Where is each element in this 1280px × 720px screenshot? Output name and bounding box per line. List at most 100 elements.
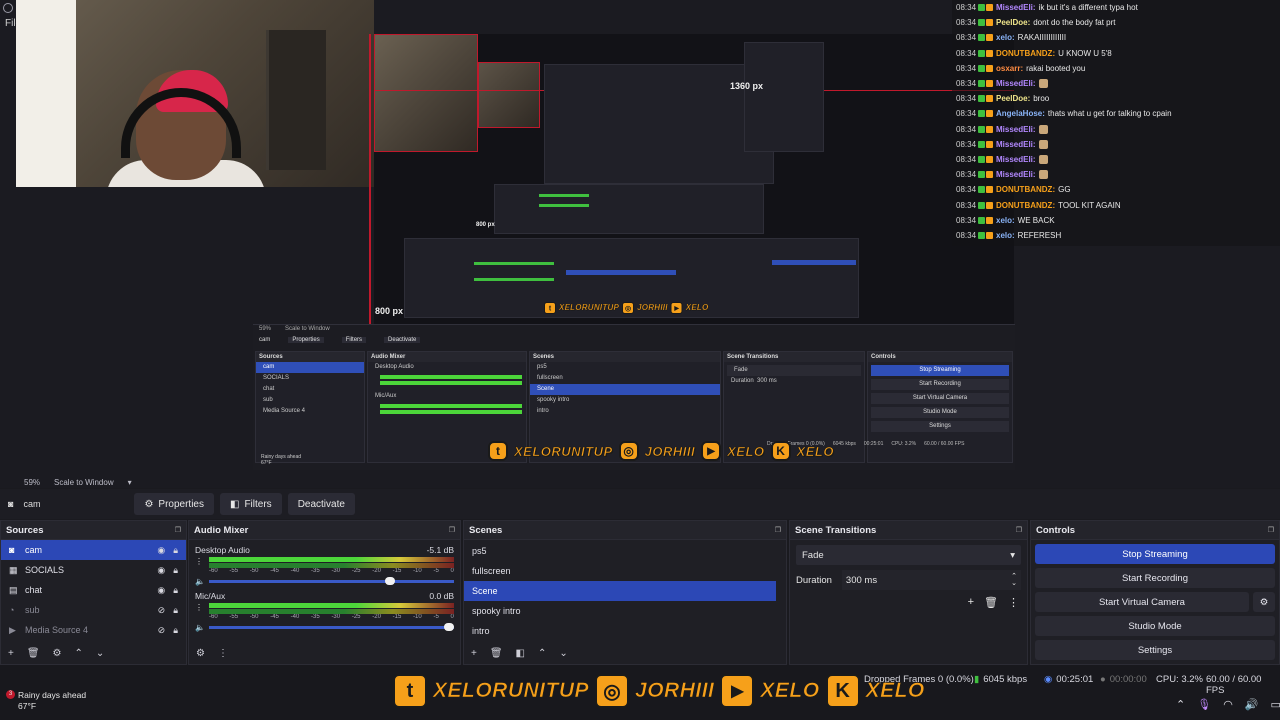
properties-button[interactable]: ⚙ Properties — [134, 493, 214, 515]
volume-knob[interactable] — [444, 623, 455, 631]
chat-text: thats what u get for talking to cpain — [1047, 109, 1172, 119]
remove-transition-icon[interactable]: 🗑 — [984, 596, 998, 609]
scale-dropdown-icon[interactable]: ▾ — [128, 478, 132, 487]
badge-icon — [986, 110, 993, 118]
lock-icon[interactable]: 🔒︎ — [173, 605, 178, 616]
microphone-icon[interactable]: 🎙 — [1197, 698, 1211, 711]
record-icon: ● — [1100, 674, 1106, 685]
add-scene-icon[interactable]: + — [471, 648, 477, 659]
remove-source-icon[interactable]: 🗑 — [27, 648, 40, 659]
lock-icon[interactable]: 🔒︎ — [173, 625, 178, 636]
dock-float-icon[interactable]: ❐ — [1016, 526, 1022, 534]
eye-icon[interactable]: ◉ — [157, 585, 165, 596]
mini-social-banner: t XELORUNITUP ◎ JORHIII ▶ XELO — [544, 302, 709, 314]
stop-streaming-button[interactable]: Stop Streaming — [1035, 544, 1275, 564]
channel-menu-icon[interactable]: ⋮ — [195, 557, 203, 566]
scene-item[interactable]: spooky intro — [464, 601, 776, 621]
add-source-icon[interactable]: + — [8, 648, 14, 659]
mini-height-guide-label: 800 px — [476, 222, 495, 228]
chat-username: DONUTBANDZ: — [996, 185, 1056, 195]
duration-field[interactable]: 300 ms ⌃ ⌄ — [841, 570, 1021, 590]
speaker-icon[interactable]: 🔈 — [195, 623, 205, 632]
mixer-menu-icon[interactable]: ⋮ — [218, 648, 228, 659]
meter-tick: -45 — [270, 614, 279, 620]
chat-overlay: 08:34 MissedEli: ik but it's a different t… — [952, 0, 1280, 246]
filters-button[interactable]: ◧ Filters — [220, 493, 282, 515]
start-recording-button[interactable]: Start Recording — [1035, 568, 1275, 588]
twitter-icon: t — [393, 674, 427, 708]
badge-icon — [986, 4, 993, 12]
badge-icon — [986, 64, 993, 72]
move-up-icon[interactable]: ⌃ — [75, 648, 83, 659]
add-transition-icon[interactable]: + — [968, 596, 974, 609]
duration-stepper-icon[interactable]: ⌃ ⌄ — [1011, 573, 1017, 587]
scene-filter-icon[interactable]: ◧ — [516, 648, 525, 659]
settings-button[interactable]: Settings — [1035, 640, 1275, 660]
source-item[interactable]: ▶ Media Source 4 ⊘ 🔒︎ — [1, 620, 186, 640]
chat-text: rakai booted you — [1026, 63, 1086, 73]
lock-icon[interactable]: 🔒︎ — [173, 565, 178, 576]
meter-tick: -45 — [270, 568, 279, 574]
battery-icon[interactable]: ▭ — [1271, 698, 1280, 711]
scale-mode[interactable]: Scale to Window — [54, 478, 114, 487]
channel-menu-icon[interactable]: ⋮ — [195, 603, 203, 612]
scene-item[interactable]: ps5 — [464, 541, 776, 561]
transition-select[interactable]: Fade ▾ — [796, 545, 1021, 565]
banner-twitter-handle: XELORUNITUP — [433, 679, 590, 703]
scene-down-icon[interactable]: ⌄ — [559, 648, 567, 659]
dock-float-icon[interactable]: ❐ — [449, 526, 455, 534]
banner-youtube-handle: XELO — [727, 443, 765, 459]
volume-slider[interactable]: 🔈 — [195, 576, 454, 586]
source-item[interactable]: ◔ sub ⊘ 🔒︎ — [1, 600, 186, 620]
eye-icon[interactable]: ◉ — [157, 565, 165, 576]
meter-tick: -30 — [331, 568, 341, 574]
lock-icon[interactable]: 🔒︎ — [173, 585, 178, 596]
meter-tick: -5 — [433, 568, 439, 574]
lock-icon[interactable]: 🔒︎ — [173, 545, 178, 556]
scene-up-icon[interactable]: ⌃ — [538, 648, 546, 659]
transition-menu-icon[interactable]: ⋮ — [1008, 596, 1019, 609]
source-item[interactable]: ▤ chat ◉ 🔒︎ — [1, 580, 186, 600]
volume-slider[interactable]: 🔈 — [195, 622, 455, 632]
speaker-icon[interactable]: 🔈 — [195, 577, 205, 586]
scene-item[interactable]: fullscreen — [464, 561, 776, 581]
meter-tick: -55 — [229, 614, 239, 620]
volume-knob[interactable] — [385, 577, 396, 585]
scene-label: spooky intro — [472, 606, 521, 616]
deactivate-button[interactable]: Deactivate — [287, 493, 355, 515]
chat-username: PeelDoe: — [996, 18, 1031, 28]
dock-float-icon[interactable]: ❐ — [175, 526, 181, 534]
badge-icon — [986, 201, 993, 209]
status-bar: Dropped Frames 0 (0.0%) ▮ 6045 kbps ◉ 00… — [0, 665, 1280, 720]
mixer-settings-icon[interactable]: ⚙ — [196, 648, 205, 659]
eye-off-icon[interactable]: ⊘ — [158, 625, 166, 636]
studio-mode-button[interactable]: Studio Mode — [1035, 616, 1275, 636]
move-down-icon[interactable]: ⌄ — [96, 648, 104, 659]
remove-scene-icon[interactable]: 🗑 — [490, 648, 503, 659]
badge-icon — [978, 95, 985, 103]
chat-message: 08:34 DONUTBANDZ: GG — [952, 182, 1280, 197]
source-item[interactable]: ▦ SOCIALS ◉ 🔒︎ — [1, 560, 186, 580]
wifi-icon[interactable]: ◠ — [1223, 698, 1233, 711]
eye-icon[interactable]: ◉ — [157, 545, 165, 556]
badge-icon — [978, 64, 985, 72]
start-virtual-camera-button[interactable]: Start Virtual Camera — [1035, 592, 1249, 612]
dock-float-icon[interactable]: ❐ — [775, 526, 781, 534]
eye-off-icon[interactable]: ⊘ — [158, 605, 166, 616]
weather-widget[interactable]: 3 Rainy days ahead 67°F — [6, 690, 86, 712]
chat-username: MissedEli: — [996, 124, 1036, 134]
scene-item[interactable]: intro — [464, 621, 776, 641]
emote-icon — [1038, 79, 1048, 89]
virtual-camera-settings-icon[interactable]: ⚙ — [1253, 592, 1275, 612]
sources-title: Sources — [6, 524, 44, 536]
dock-float-icon[interactable]: ❐ — [1268, 526, 1274, 534]
chat-time: 08:34 — [956, 109, 977, 119]
preview-canvas[interactable]: File 1360 px 800 px t XELORUNITUP ◎ JORH… — [0, 0, 1280, 476]
volume-icon[interactable]: 🔊 — [1245, 698, 1259, 711]
zoom-level[interactable]: 59% — [24, 478, 40, 487]
source-item[interactable]: ◙ cam ◉ 🔒︎ — [1, 540, 186, 560]
emote-icon — [1038, 170, 1048, 180]
scene-item[interactable]: Scene — [464, 581, 776, 601]
chevron-up-icon[interactable]: ⌃ — [1176, 698, 1185, 711]
source-properties-icon[interactable]: ⚙ — [53, 648, 62, 659]
